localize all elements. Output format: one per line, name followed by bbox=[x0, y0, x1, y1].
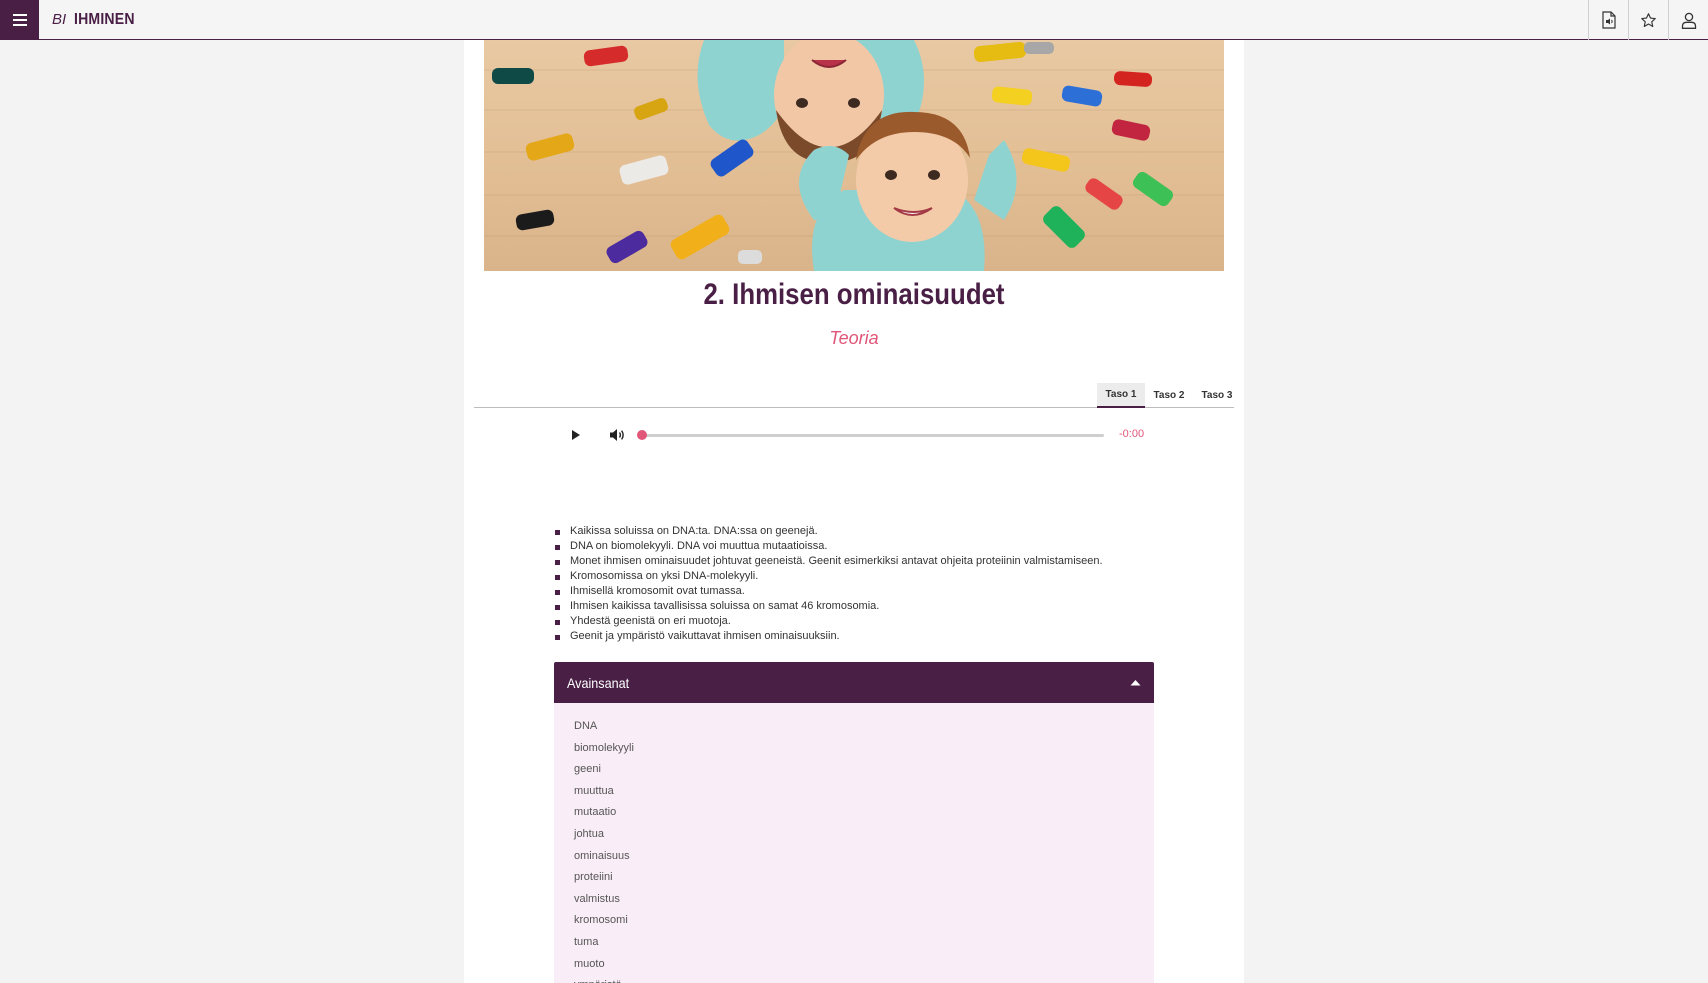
keywords-title: Avainsanat bbox=[567, 674, 630, 691]
app-title-area: BI IHMINEN bbox=[39, 0, 1588, 39]
audio-player: -0:00 bbox=[564, 422, 1144, 448]
summary-item: Geenit ja ympäristö vaikuttavat ihmisen … bbox=[554, 629, 1174, 644]
tab-taso-3[interactable]: Taso 3 bbox=[1194, 383, 1240, 408]
keyword-item: proteiini bbox=[574, 871, 613, 884]
summary-item: Monet ihmisen ominaisuudet johtuvat geen… bbox=[554, 554, 1174, 569]
user-button[interactable] bbox=[1668, 0, 1708, 40]
keyword-item: johtua bbox=[574, 827, 604, 840]
keyword-item: kromosomi bbox=[574, 914, 628, 927]
keyword-item: DNA bbox=[574, 720, 598, 732]
keyword-item: ominaisuus bbox=[574, 849, 630, 862]
content-column: 2. Ihmisen ominaisuudet Teoria Taso 1 Ta… bbox=[464, 40, 1244, 983]
keyword-item: ympäristö bbox=[574, 975, 1154, 983]
summary-item: Kaikissa soluissa on DNA:ta. DNA:ssa on … bbox=[554, 524, 1174, 539]
keyword-item: biomolekyyli bbox=[574, 741, 634, 754]
top-bar: BI IHMINEN bbox=[0, 0, 1708, 40]
chapter-title: 2. Ihmisen ominaisuudet bbox=[703, 278, 1005, 311]
summary-item: Kromosomissa on yksi DNA-molekyyli. bbox=[554, 569, 1174, 584]
keyword-item: geeni bbox=[574, 763, 601, 776]
keywords-list: DNA biomolekyyli geeni muuttua mutaatio johtu… bbox=[554, 703, 1154, 983]
summary-item: DNA on biomolekyyli. DNA voi muuttua mut… bbox=[554, 539, 1174, 554]
hamburger-menu-icon bbox=[12, 14, 27, 26]
hero-image bbox=[484, 40, 1224, 271]
volume-icon bbox=[610, 429, 624, 441]
keywords-accordion-header[interactable]: Avainsanat bbox=[554, 662, 1154, 703]
audio-progress-handle[interactable] bbox=[637, 430, 647, 440]
play-button[interactable] bbox=[566, 426, 584, 444]
audio-document-button[interactable] bbox=[1588, 0, 1628, 40]
keyword-item: muuttua bbox=[574, 784, 614, 797]
chevron-up-icon bbox=[1130, 680, 1140, 686]
menu-button[interactable] bbox=[0, 0, 39, 40]
star-icon bbox=[1641, 12, 1656, 27]
tab-taso-2[interactable]: Taso 2 bbox=[1146, 383, 1192, 408]
summary-item: Ihmisen kaikissa tavallisissa soluissa o… bbox=[554, 599, 1174, 614]
summary-list: Kaikissa soluissa on DNA:ta. DNA:ssa on … bbox=[554, 524, 1174, 644]
keyword-item: valmistus bbox=[574, 892, 620, 905]
collapse-toggle[interactable] bbox=[1128, 678, 1142, 688]
book-title: IHMINEN bbox=[74, 10, 135, 28]
children-with-toy-cars-illustration bbox=[484, 40, 1224, 271]
summary-item: Yhdestä geenistä on eri muotoja. bbox=[554, 614, 1174, 629]
audio-progress-track[interactable] bbox=[642, 434, 1104, 437]
summary-item: Ihmisellä kromosomit ovat tumassa. bbox=[554, 584, 1174, 599]
favorite-button[interactable] bbox=[1628, 0, 1668, 40]
play-icon bbox=[572, 430, 580, 440]
audio-time-remaining: -0:00 bbox=[1119, 428, 1145, 440]
top-actions bbox=[1588, 0, 1708, 40]
keywords-accordion: Avainsanat DNA biomolekyyli geeni muuttua mu… bbox=[554, 662, 1154, 983]
user-icon bbox=[1681, 12, 1696, 29]
keyword-item: muoto bbox=[574, 957, 605, 970]
chapter-type-label: Teoria bbox=[829, 328, 879, 348]
keyword-item: tuma bbox=[574, 935, 599, 948]
tab-taso-1[interactable]: Taso 1 bbox=[1097, 383, 1145, 408]
keyword-item: mutaatio bbox=[574, 806, 617, 819]
subject-code: BI bbox=[52, 11, 67, 28]
audio-document-icon bbox=[1601, 11, 1616, 29]
volume-button[interactable] bbox=[607, 425, 627, 445]
level-tabs: Taso 1 Taso 2 Taso 3 bbox=[474, 383, 1234, 408]
